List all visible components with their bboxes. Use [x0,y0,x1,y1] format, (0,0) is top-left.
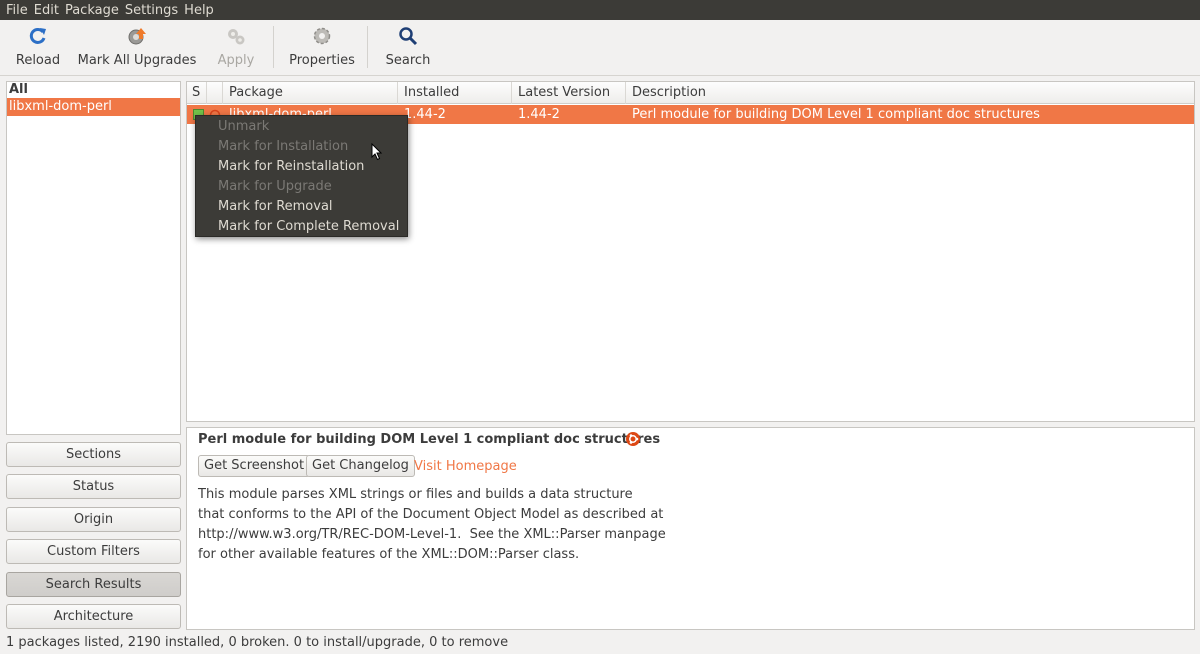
menu-item-unmark[interactable]: Unmark [196,117,407,137]
apply-button[interactable]: Apply [206,20,266,76]
menu-edit[interactable]: Edit [32,3,63,18]
column-latest-version[interactable]: Latest Version [512,82,626,104]
status-bar: 1 packages listed, 2190 installed, 0 bro… [6,635,509,650]
description-line: This module parses XML strings or files … [198,487,633,502]
properties-button[interactable]: Properties [284,20,360,76]
mark-all-upgrades-button[interactable]: Mark All Upgrades [78,20,196,76]
sections-button[interactable]: Sections [6,442,181,467]
menubar: File Edit Package Settings Help [0,0,1200,20]
menu-help[interactable]: Help [182,3,218,18]
column-status[interactable]: S [187,82,207,104]
apply-icon [225,25,247,47]
package-details-pane: Perl module for building DOM Level 1 com… [186,427,1195,630]
visit-homepage-link[interactable]: Visit Homepage [414,459,517,474]
column-description[interactable]: Description [626,82,1194,104]
package-description: This module parses XML strings or files … [198,485,666,565]
menu-item-mark-for-removal[interactable]: Mark for Removal [196,197,407,217]
table-header: S Package Installed Version Latest Versi… [187,82,1194,121]
apply-label: Apply [217,53,255,68]
toolbar-separator [367,26,368,68]
context-menu: Unmark Mark for Installation Mark for Re… [195,115,408,237]
row-description: Perl module for building DOM Level 1 com… [632,107,1040,122]
toolbar-separator [273,26,274,68]
column-installed-version[interactable]: Installed Version [398,82,512,121]
origin-button[interactable]: Origin [6,507,181,532]
menu-file[interactable]: File [4,3,32,18]
menu-item-mark-for-upgrade[interactable]: Mark for Upgrade [196,177,407,197]
menu-settings[interactable]: Settings [123,3,182,18]
ubuntu-logo-icon [626,432,640,446]
search-label: Search [385,53,431,68]
filter-list-item[interactable]: libxml-dom-perl [7,98,180,116]
column-package[interactable]: Package [223,82,398,104]
row-installed-version: 1.44-2 [404,107,446,122]
filter-list: All libxml-dom-perl [6,81,181,435]
description-line: http://www.w3.org/TR/REC-DOM-Level-1. Se… [198,527,666,542]
properties-gear-icon [311,25,333,47]
get-screenshot-button[interactable]: Get Screenshot [198,455,311,477]
architecture-button[interactable]: Architecture [6,604,181,629]
search-button[interactable]: Search [378,20,438,76]
reload-icon [27,25,49,47]
menu-package[interactable]: Package [63,3,123,18]
description-line: that conforms to the API of the Document… [198,507,664,522]
toolbar: Reload Mark All Upgrades Apply Propertie… [0,20,1200,76]
upgrade-icon [126,25,148,47]
menu-item-mark-for-complete-removal[interactable]: Mark for Complete Removal [196,217,407,237]
reload-label: Reload [15,53,61,68]
custom-filters-button[interactable]: Custom Filters [6,539,181,564]
status-button[interactable]: Status [6,474,181,499]
mouse-cursor-icon [371,142,383,161]
column-support[interactable] [207,82,223,104]
row-latest-version: 1.44-2 [518,107,560,122]
get-changelog-button[interactable]: Get Changelog [306,455,415,477]
search-icon [397,25,419,47]
mark-all-upgrades-label: Mark All Upgrades [77,53,197,68]
package-summary-title: Perl module for building DOM Level 1 com… [198,432,661,447]
filter-list-header: All [9,82,28,97]
search-results-button[interactable]: Search Results [6,572,181,597]
properties-label: Properties [289,53,355,68]
description-line: for other available features of the XML:… [198,547,580,562]
reload-button[interactable]: Reload [8,20,68,76]
